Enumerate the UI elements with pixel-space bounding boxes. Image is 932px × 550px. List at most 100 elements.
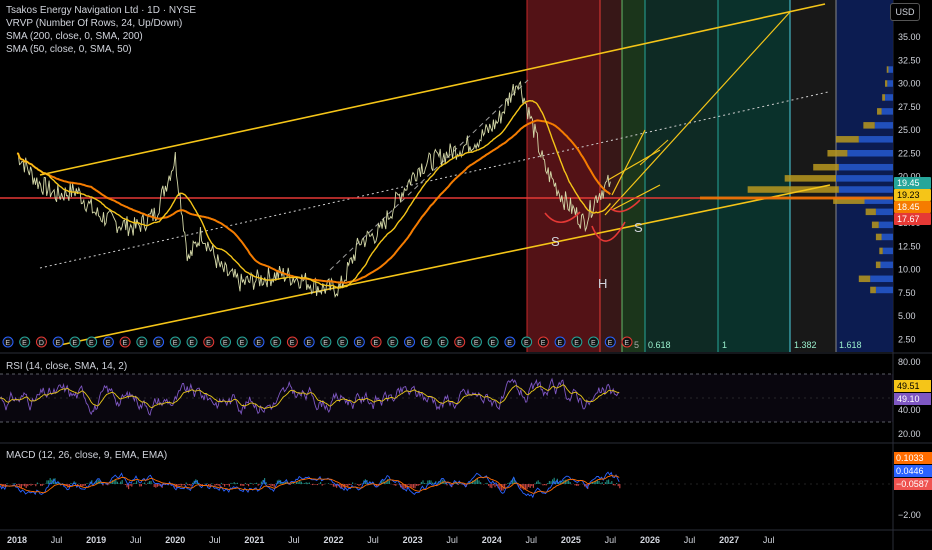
vp-down-0 — [886, 66, 889, 73]
macd-hist-bar — [14, 483, 16, 484]
macd-hist-bar — [28, 484, 30, 485]
macd-hist-bar — [329, 484, 331, 485]
macd-hist-bar — [142, 483, 144, 484]
vp-down-11 — [865, 208, 876, 216]
macd-hist-bar — [148, 481, 150, 484]
macd-hist-bar — [273, 484, 275, 488]
earnings-marker-label-28: E — [474, 340, 479, 347]
fib-label-1: 1 — [722, 340, 727, 350]
macd-hist-bar — [323, 484, 325, 485]
time-tick-10: 2023 — [403, 535, 423, 545]
macd-hist-bar — [577, 484, 579, 486]
macd-hist-bar — [230, 482, 232, 484]
macd-hist-bar — [81, 484, 83, 487]
chart-canvas[interactable]: 5 0.618 1 1.382 1.618 S H S 35.00 32.50 30.00 27.50… — [0, 0, 932, 550]
time-tick-11: Jul — [446, 535, 458, 545]
macd-hist-bar — [488, 484, 490, 486]
macd-hist-bar — [260, 481, 262, 484]
macd-hist-bar — [544, 484, 546, 486]
macd-hist-bar — [528, 484, 530, 488]
macd-hist-bar — [307, 482, 309, 484]
macd-hist-bar — [297, 482, 299, 484]
macd-hist-bar — [25, 484, 27, 488]
macd-hist-bar — [243, 484, 245, 487]
macd-hist-bar — [35, 484, 37, 487]
vp-up-9 — [838, 186, 893, 193]
currency-button[interactable]: USD — [890, 3, 920, 21]
macd-hist-bar — [408, 484, 410, 485]
macd-hist-bar — [144, 482, 146, 484]
macd-hist-bar — [619, 484, 621, 489]
macd-hist-bar — [486, 482, 488, 484]
earnings-marker-label-10: E — [173, 340, 178, 347]
macd-hist-bar — [16, 484, 18, 486]
macd-hist-bar — [393, 484, 395, 486]
earnings-marker-label-24: E — [407, 340, 412, 347]
vp-up-7 — [838, 163, 893, 171]
earnings-marker-label-19: E — [323, 340, 328, 347]
macd-hist-bar — [236, 482, 238, 484]
vp-up-12 — [878, 221, 893, 229]
macd-hist-bar — [414, 484, 416, 489]
macd-hist-bar — [224, 484, 226, 487]
time-tick-8: 2022 — [323, 535, 343, 545]
vp-down-7 — [813, 163, 839, 171]
earnings-marker-label-37: E — [624, 340, 629, 347]
vp-down-15 — [875, 261, 881, 269]
macd-hist-bar — [308, 482, 310, 484]
macd-hist-bar — [227, 484, 229, 485]
macd-hist-bar — [616, 483, 618, 484]
vp-up-17 — [875, 286, 893, 294]
macd-hist-bar — [608, 479, 610, 484]
macd-hist-bar — [612, 484, 614, 486]
macd-legend[interactable]: MACD (12, 26, close, 9, EMA, EMA) — [6, 449, 167, 462]
macd-hist-bar — [331, 484, 333, 485]
earnings-marker-label-0: E — [5, 340, 10, 347]
macd-hist-bar — [316, 484, 318, 486]
macd-hist-bar — [32, 484, 34, 485]
rsi-tick-3: 20.00 — [898, 429, 921, 439]
macd-hist-bar — [424, 483, 426, 484]
zone-green — [622, 0, 645, 352]
vp-down-12 — [871, 221, 879, 229]
macd-hist-bar — [484, 483, 486, 484]
indicator-sma200[interactable]: SMA (200, close, 0, SMA, 200) — [6, 30, 196, 43]
macd-hist-bar — [425, 483, 427, 484]
macd-hist-bar — [505, 484, 507, 485]
macd-hist-bar — [187, 484, 189, 486]
macd-hist-bar — [217, 484, 219, 486]
vp-down-1 — [885, 80, 888, 87]
time-tick-14: 2025 — [561, 535, 581, 545]
macd-hist-bar — [190, 484, 192, 487]
macd-tick-1: −2.00 — [898, 510, 921, 520]
macd-hist-bar — [179, 484, 181, 486]
macd-hist-bar — [312, 484, 314, 486]
earnings-marker-label-9: E — [156, 340, 161, 347]
rsi-title: RSI (14, close, SMA, 14, 2) — [6, 361, 128, 372]
price-tick-10: 10.00 — [898, 265, 921, 275]
macd-hist-bar — [6, 483, 8, 484]
earnings-marker-label-8: E — [139, 340, 144, 347]
macd-hist-bar — [313, 484, 315, 485]
macd-hist-bar — [177, 484, 179, 486]
time-tick-16: 2026 — [640, 535, 660, 545]
indicator-vrvp[interactable]: VRVP (Number Of Rows, 24, Up/Down) — [6, 17, 196, 30]
vp-up-14 — [882, 247, 893, 255]
macd-hist-bar — [206, 483, 208, 484]
macd-hist-bar — [568, 480, 570, 484]
vp-up-0 — [888, 66, 893, 73]
earnings-marker-label-4: E — [72, 340, 77, 347]
earnings-marker-label-11: E — [189, 340, 194, 347]
price-tag-3: 17.67 — [897, 214, 920, 224]
vp-up-2 — [885, 94, 893, 101]
fib-label-3: 1.618 — [839, 340, 862, 350]
vp-up-4 — [874, 122, 893, 129]
macd-tag-0: 0.1033 — [896, 453, 924, 463]
indicator-sma50[interactable]: SMA (50, close, 0, SMA, 50) — [6, 43, 196, 56]
symbol-line[interactable]: Tsakos Energy Navigation Ltd · 1D · NYSE — [6, 4, 196, 17]
rsi-legend[interactable]: RSI (14, close, SMA, 14, 2) — [6, 360, 127, 373]
macd-hist-bar — [536, 481, 538, 484]
macd-hist-bar — [41, 484, 43, 486]
macd-hist-bar — [115, 479, 117, 484]
earnings-marker-label-7: E — [123, 340, 128, 347]
